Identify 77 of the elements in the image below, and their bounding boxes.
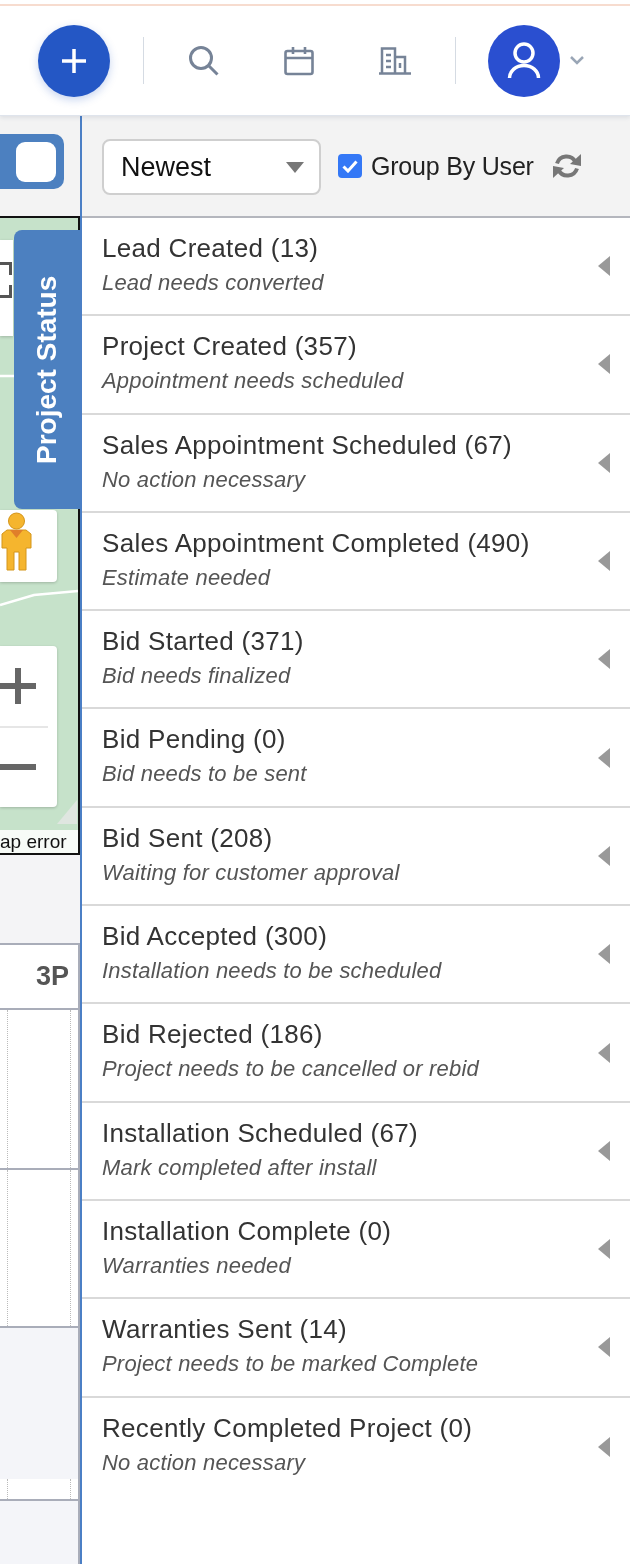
refresh-icon[interactable]: [551, 152, 582, 180]
status-note: Project needs to be marked Complete: [102, 1350, 479, 1379]
status-title: Sales Appointment Completed (490): [102, 526, 530, 560]
street-view-button[interactable]: [0, 510, 57, 582]
status-note: Waiting for customer approval: [102, 858, 400, 887]
caret-icon[interactable]: [598, 452, 610, 473]
status-title: Installation Scheduled (67): [102, 1116, 418, 1150]
status-list-item[interactable]: Warranties Sent (14) Project needs to be marked Complete: [82, 1299, 630, 1398]
status-list-item[interactable]: Project Created (357) Appointment needs scheduled: [82, 316, 630, 415]
status-title: Bid Pending (0): [102, 723, 286, 757]
building-icon[interactable]: [378, 46, 412, 75]
map-control-button[interactable]: [0, 240, 13, 336]
group-by-user-label[interactable]: Group By User: [371, 151, 534, 181]
road-line: [0, 374, 14, 378]
caret-icon[interactable]: [598, 354, 610, 375]
calendar-icon[interactable]: [284, 45, 314, 76]
status-list-item[interactable]: Installation Complete (0) Warranties needed: [82, 1200, 630, 1300]
status-note: Bid needs finalized: [102, 662, 291, 691]
status-list-item[interactable]: Sales Appointment Completed (490) Estimate needed: [82, 512, 630, 612]
status-list-item[interactable]: Lead Created (13) Lead needs converted: [82, 218, 630, 317]
caret-icon[interactable]: [598, 1042, 610, 1063]
caret-icon[interactable]: [598, 256, 610, 277]
caret-icon[interactable]: [598, 649, 610, 670]
plus-icon: [0, 667, 36, 704]
fullscreen-icon: [0, 262, 12, 298]
status-list-item[interactable]: Bid Started (371) Bid needs finalized: [82, 611, 630, 710]
status-title: Lead Created (13): [102, 232, 319, 265]
project-status-tab[interactable]: Project Status: [14, 230, 80, 509]
status-list-item[interactable]: Installation Scheduled (67) Mark completed after install: [82, 1102, 630, 1201]
caret-icon[interactable]: [598, 944, 610, 965]
status-note: Project needs to be cancelled or rebid: [102, 1055, 479, 1084]
calendar-time-slot[interactable]: [0, 1010, 78, 1170]
status-title: Project Created (357): [102, 330, 357, 364]
chevron-down-icon[interactable]: [570, 56, 584, 65]
status-list-item[interactable]: Sales Appointment Scheduled (67) No action necessary: [82, 414, 630, 513]
status-title: Sales Appointment Scheduled (67): [102, 428, 512, 462]
status-note: Estimate needed: [102, 563, 271, 592]
status-note: Warranties needed: [102, 1251, 291, 1280]
status-list-item[interactable]: Bid Rejected (186) Project needs to be cancelled or rebid: [82, 1004, 630, 1103]
status-title: Recently Completed Project (0): [102, 1411, 473, 1445]
status-title: Bid Started (371): [102, 625, 304, 659]
dropdown-caret-icon: [286, 161, 304, 173]
caret-icon[interactable]: [598, 1140, 610, 1161]
pegman-icon: [0, 512, 33, 572]
caret-icon[interactable]: [598, 1239, 610, 1260]
status-title: Bid Accepted (300): [102, 920, 328, 954]
sort-select[interactable]: Newest: [102, 139, 321, 195]
status-note: Installation needs to be scheduled: [102, 957, 442, 986]
status-title: Bid Rejected (186): [102, 1018, 323, 1052]
person-icon: [507, 41, 541, 80]
toggle-switch[interactable]: [0, 134, 64, 189]
caret-icon[interactable]: [598, 1436, 610, 1457]
corner-fold-icon: [57, 800, 77, 824]
status-note: Lead needs converted: [102, 269, 324, 297]
status-title: Installation Complete (0): [102, 1214, 392, 1248]
status-note: No action necessary: [102, 465, 306, 494]
caret-icon[interactable]: [598, 747, 610, 768]
status-title: Bid Sent (208): [102, 821, 273, 855]
plus-icon: [61, 47, 87, 74]
status-note: Bid needs to be sent: [102, 760, 307, 789]
caret-icon[interactable]: [598, 551, 610, 572]
add-button[interactable]: [38, 24, 110, 97]
status-note: No action necessary: [102, 1448, 306, 1477]
status-note: Appointment needs scheduled: [102, 367, 404, 396]
status-title: Warranties Sent (14): [102, 1313, 347, 1347]
checkmark-icon: [342, 159, 358, 173]
caret-icon[interactable]: [598, 1337, 610, 1358]
status-list-item[interactable]: Bid Sent (208) Waiting for customer approval: [82, 807, 630, 907]
status-list-item[interactable]: Recently Completed Project (0) No action necessary: [82, 1397, 630, 1496]
group-by-user-checkbox[interactable]: [338, 154, 362, 178]
status-note: Mark completed after install: [102, 1153, 377, 1182]
search-icon[interactable]: [188, 45, 219, 76]
minus-icon: [0, 764, 36, 771]
map-error-text: ap error: [0, 830, 78, 853]
status-list-item[interactable]: Bid Accepted (300) Installation needs to be scheduled: [82, 906, 630, 1005]
status-list-item[interactable]: Bid Pending (0) Bid needs to be sent: [82, 709, 630, 808]
caret-icon[interactable]: [598, 845, 610, 866]
